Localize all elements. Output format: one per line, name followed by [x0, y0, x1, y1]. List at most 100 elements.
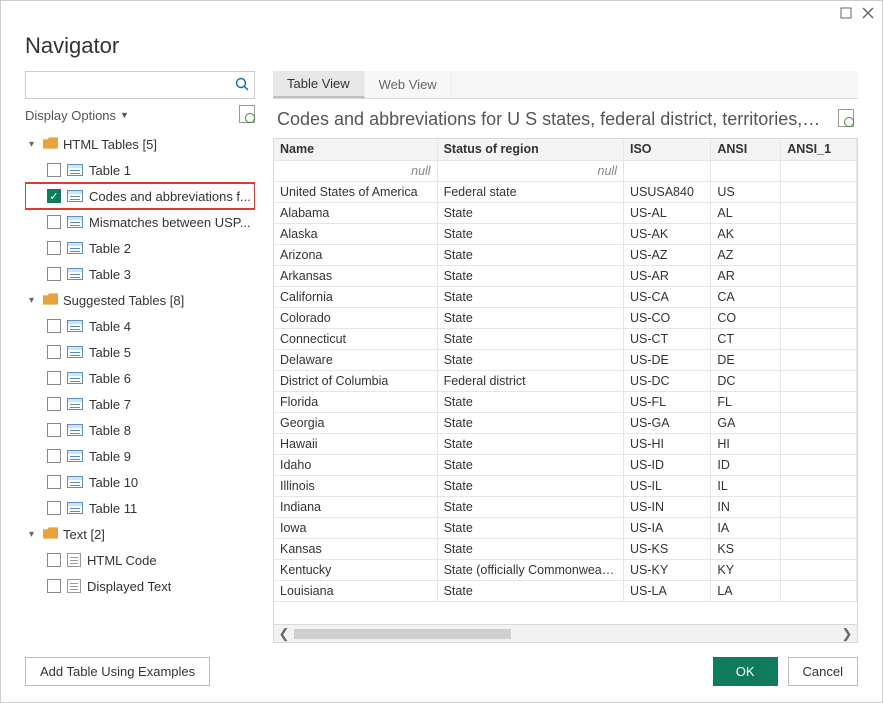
table-row[interactable]: IdahoStateUS-IDID — [274, 454, 857, 475]
cell-name[interactable]: Alabama — [274, 202, 437, 223]
cell-ansi1[interactable] — [781, 412, 857, 433]
cell-name[interactable]: Arizona — [274, 244, 437, 265]
table-row[interactable]: AlaskaStateUS-AKAK — [274, 223, 857, 244]
cell-name[interactable]: Connecticut — [274, 328, 437, 349]
tree-item[interactable]: Table 2 — [25, 235, 255, 261]
cell-ansi1[interactable] — [781, 517, 857, 538]
cell-name[interactable]: Colorado — [274, 307, 437, 328]
cell-status[interactable]: State — [437, 433, 623, 454]
table-row[interactable]: KansasStateUS-KSKS — [274, 538, 857, 559]
cell-iso[interactable]: US-CA — [623, 286, 710, 307]
tree-group[interactable]: ▾Suggested Tables [8] — [25, 287, 255, 313]
expand-icon[interactable]: ▾ — [29, 529, 41, 540]
filter-ansi1[interactable] — [781, 160, 857, 181]
cell-ansi1[interactable] — [781, 559, 857, 580]
cell-ansi[interactable]: AZ — [711, 244, 781, 265]
cell-ansi[interactable]: LA — [711, 580, 781, 601]
table-row[interactable]: GeorgiaStateUS-GAGA — [274, 412, 857, 433]
cell-name[interactable]: Indiana — [274, 496, 437, 517]
cell-ansi1[interactable] — [781, 391, 857, 412]
checkbox[interactable] — [47, 397, 61, 411]
cell-ansi1[interactable] — [781, 223, 857, 244]
display-options-button[interactable]: Display Options ▼ — [25, 108, 129, 123]
tab-web-view[interactable]: Web View — [365, 71, 452, 98]
tree-group[interactable]: ▾HTML Tables [5] — [25, 131, 255, 157]
maximize-icon[interactable] — [840, 7, 852, 22]
col-status[interactable]: Status of region — [437, 139, 623, 160]
expand-icon[interactable]: ▾ — [29, 139, 41, 150]
tree-item[interactable]: Displayed Text — [25, 573, 255, 599]
cell-ansi[interactable]: AK — [711, 223, 781, 244]
cell-status[interactable]: State — [437, 202, 623, 223]
cell-ansi1[interactable] — [781, 580, 857, 601]
tree-item[interactable]: ✓Codes and abbreviations f... — [25, 183, 255, 209]
checkbox[interactable] — [47, 475, 61, 489]
cell-iso[interactable]: US-IN — [623, 496, 710, 517]
cell-iso[interactable]: US-KY — [623, 559, 710, 580]
table-row[interactable]: ConnecticutStateUS-CTCT — [274, 328, 857, 349]
cell-iso[interactable]: US-CT — [623, 328, 710, 349]
tree-item[interactable]: Mismatches between USP... — [25, 209, 255, 235]
cell-status[interactable]: State — [437, 538, 623, 559]
cell-ansi[interactable]: CA — [711, 286, 781, 307]
search-box[interactable] — [25, 71, 255, 99]
cell-ansi[interactable]: AL — [711, 202, 781, 223]
cell-iso[interactable]: US-CO — [623, 307, 710, 328]
cell-ansi[interactable]: KS — [711, 538, 781, 559]
tree-item[interactable]: HTML Code — [25, 547, 255, 573]
cell-name[interactable]: United States of America — [274, 181, 437, 202]
filter-iso[interactable] — [623, 160, 710, 181]
table-row[interactable]: ArkansasStateUS-ARAR — [274, 265, 857, 286]
cell-status[interactable]: Federal state — [437, 181, 623, 202]
cell-ansi[interactable]: CT — [711, 328, 781, 349]
cell-ansi1[interactable] — [781, 538, 857, 559]
cell-iso[interactable]: US-AR — [623, 265, 710, 286]
checkbox[interactable] — [47, 371, 61, 385]
cell-status[interactable]: State — [437, 496, 623, 517]
table-filter-row[interactable]: null null — [274, 160, 857, 181]
cell-name[interactable]: Georgia — [274, 412, 437, 433]
cell-name[interactable]: Arkansas — [274, 265, 437, 286]
col-iso[interactable]: ISO — [623, 139, 710, 160]
checkbox[interactable] — [47, 553, 61, 567]
cell-status[interactable]: Federal district — [437, 370, 623, 391]
filter-name[interactable]: null — [274, 160, 437, 181]
tree-item[interactable]: Table 7 — [25, 391, 255, 417]
cell-iso[interactable]: US-FL — [623, 391, 710, 412]
scroll-thumb[interactable] — [294, 629, 511, 639]
cell-name[interactable]: Louisiana — [274, 580, 437, 601]
source-tree[interactable]: ▾HTML Tables [5]Table 1✓Codes and abbrev… — [25, 131, 255, 643]
cell-iso[interactable]: US-DE — [623, 349, 710, 370]
refresh-icon[interactable] — [239, 105, 255, 126]
search-icon[interactable] — [230, 77, 254, 94]
checkbox[interactable] — [47, 267, 61, 281]
table-row[interactable]: KentuckyState (officially Commonwealth)U… — [274, 559, 857, 580]
cell-status[interactable]: State — [437, 475, 623, 496]
tree-item[interactable]: Table 8 — [25, 417, 255, 443]
horizontal-scrollbar[interactable]: ❮ ❯ — [274, 624, 857, 642]
table-row[interactable]: IowaStateUS-IAIA — [274, 517, 857, 538]
cell-name[interactable]: Illinois — [274, 475, 437, 496]
scroll-left-icon[interactable]: ❮ — [274, 626, 294, 642]
data-grid[interactable]: Name Status of region ISO ANSI ANSI_1 nu… — [273, 138, 858, 643]
cell-ansi[interactable]: IA — [711, 517, 781, 538]
checkbox[interactable] — [47, 423, 61, 437]
cell-ansi[interactable]: KY — [711, 559, 781, 580]
tree-item[interactable]: Table 11 — [25, 495, 255, 521]
cell-ansi1[interactable] — [781, 202, 857, 223]
cell-iso[interactable]: US-AK — [623, 223, 710, 244]
cell-iso[interactable]: US-AL — [623, 202, 710, 223]
cell-iso[interactable]: US-KS — [623, 538, 710, 559]
table-row[interactable]: ArizonaStateUS-AZAZ — [274, 244, 857, 265]
cell-status[interactable]: State (officially Commonwealth) — [437, 559, 623, 580]
cell-name[interactable]: California — [274, 286, 437, 307]
cell-ansi1[interactable] — [781, 181, 857, 202]
cell-ansi1[interactable] — [781, 475, 857, 496]
cell-name[interactable]: Kentucky — [274, 559, 437, 580]
cell-iso[interactable]: US-DC — [623, 370, 710, 391]
checkbox[interactable] — [47, 163, 61, 177]
checkbox[interactable] — [47, 319, 61, 333]
filter-status[interactable]: null — [437, 160, 623, 181]
tree-item[interactable]: Table 5 — [25, 339, 255, 365]
checkbox[interactable] — [47, 345, 61, 359]
